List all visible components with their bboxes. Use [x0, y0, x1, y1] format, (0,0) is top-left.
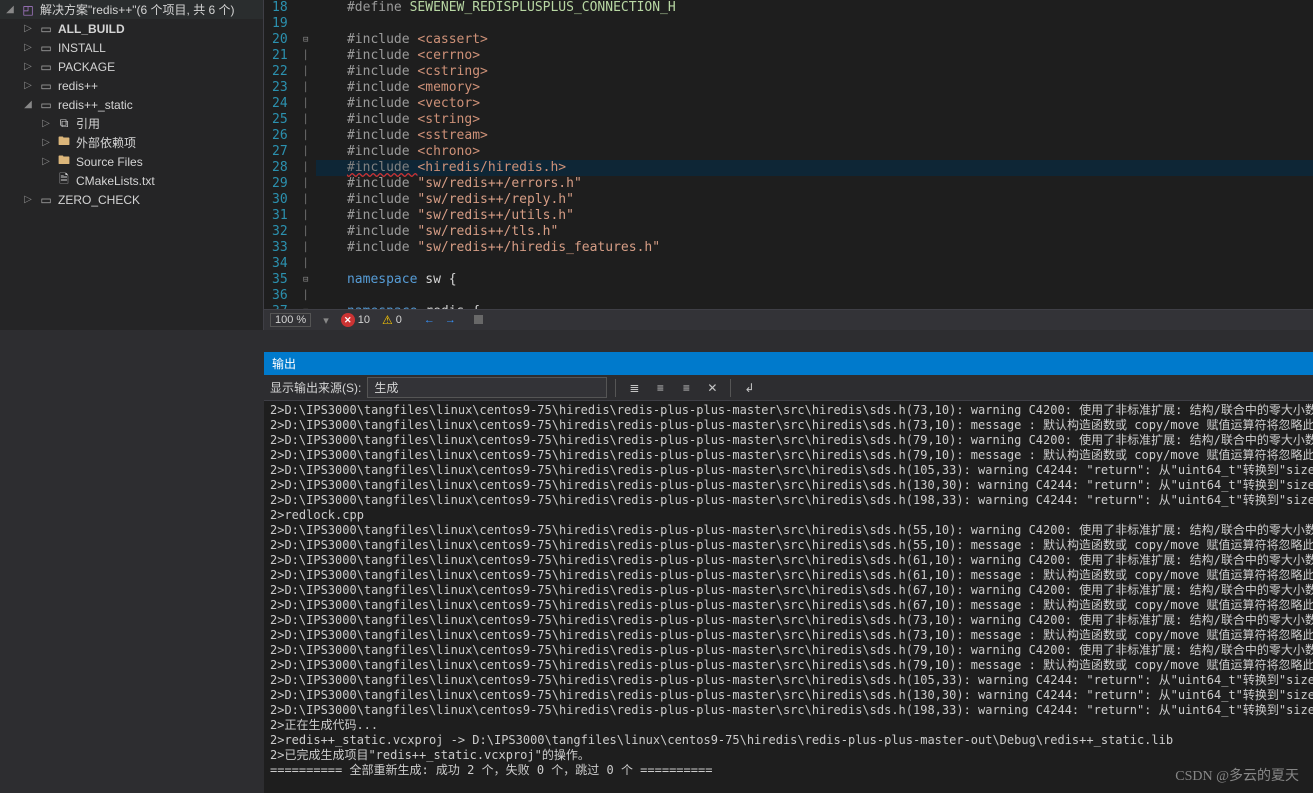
- expand-icon[interactable]: ▷: [22, 61, 34, 72]
- goto-message-icon[interactable]: ≣: [624, 378, 644, 398]
- expand-icon[interactable]: ▷: [22, 194, 34, 205]
- fold-gutter[interactable]: ⊟││││││││││││││⊟│⊟│: [300, 0, 312, 309]
- error-count[interactable]: ✕10: [341, 313, 370, 327]
- clear-all-icon[interactable]: ✕: [702, 378, 722, 398]
- horizontal-scrollbar[interactable]: [474, 315, 1307, 325]
- tree-item-label: ZERO_CHECK: [58, 193, 140, 207]
- output-panel: 输出 显示输出来源(S): 生成 ≣ ≡ ≡ ✕ ↲ 2>D:\IPS3000\…: [264, 352, 1313, 793]
- expand-icon[interactable]: ▷: [22, 42, 34, 53]
- solution-icon: ◰: [20, 2, 36, 18]
- output-source-label: 显示输出来源(S):: [270, 379, 361, 396]
- expand-icon[interactable]: ◢: [22, 99, 34, 110]
- output-source-combo[interactable]: 生成: [367, 377, 607, 398]
- tree-item--[interactable]: ▷ 🖿外部依赖项: [0, 133, 263, 152]
- proj-icon: ▭: [38, 21, 54, 37]
- tree-item-source-files[interactable]: ▷ 🖿 Source Files: [0, 152, 263, 171]
- tree-item-label: redis++: [58, 79, 98, 93]
- next-message-icon[interactable]: ≡: [676, 378, 696, 398]
- code-editor[interactable]: 1819202122232425262728293031323334353637…: [264, 0, 1313, 330]
- warning-count[interactable]: ⚠0: [382, 313, 402, 327]
- tree-item-redis-[interactable]: ▷ ▭ redis++: [0, 76, 263, 95]
- output-panel-title[interactable]: 输出: [264, 352, 1313, 375]
- tree-item-cmakelists-txt[interactable]: 🗎 CMakeLists.txt: [0, 171, 263, 190]
- code-content[interactable]: #define SEWENEW_REDISPLUSPLUS_CONNECTION…: [312, 0, 1313, 309]
- expand-icon[interactable]: ▷: [22, 23, 34, 34]
- proj-icon: ▭: [38, 40, 54, 56]
- expand-icon[interactable]: ◢: [4, 4, 16, 15]
- proj-icon: ▭: [38, 59, 54, 75]
- expand-icon[interactable]: ▷: [40, 137, 52, 148]
- solution-root[interactable]: ◢ ◰ 解决方案"redis++"(6 个项目, 共 6 个): [0, 0, 263, 19]
- proj-icon: ▭: [38, 192, 54, 208]
- expand-icon[interactable]: ▷: [40, 118, 52, 129]
- ref-icon: ⧉: [56, 116, 72, 132]
- folder-icon: 🖿: [56, 154, 72, 170]
- folder-icon: 🖿: [56, 135, 72, 151]
- tree-item-label: Source Files: [76, 155, 143, 169]
- editor-status-bar: 100 % ▾ ✕10 ⚠0 ← →: [264, 309, 1313, 330]
- file-icon: 🗎: [56, 173, 72, 189]
- proj-icon: ▭: [38, 97, 54, 113]
- tree-item-label: ALL_BUILD: [58, 22, 125, 36]
- tree-item-zero-check[interactable]: ▷ ▭ ZERO_CHECK: [0, 190, 263, 209]
- tree-item-install[interactable]: ▷ ▭ INSTALL: [0, 38, 263, 57]
- tree-item-package[interactable]: ▷ ▭ PACKAGE: [0, 57, 263, 76]
- nav-forward-icon[interactable]: →: [445, 314, 456, 326]
- line-number-gutter: 1819202122232425262728293031323334353637…: [264, 0, 300, 309]
- prev-message-icon[interactable]: ≡: [650, 378, 670, 398]
- tree-item-label: PACKAGE: [58, 60, 115, 74]
- tree-item-label: INSTALL: [58, 41, 106, 55]
- tree-item-label: 引用: [76, 115, 100, 132]
- output-content[interactable]: 2>D:\IPS3000\tangfiles\linux\centos9-75\…: [264, 401, 1313, 793]
- output-toolbar: 显示输出来源(S): 生成 ≣ ≡ ≡ ✕ ↲: [264, 375, 1313, 401]
- tree-item--[interactable]: ▷ ⧉引用: [0, 114, 263, 133]
- tree-item-label: redis++_static: [58, 98, 133, 112]
- solution-title: 解决方案"redis++"(6 个项目, 共 6 个): [40, 1, 235, 18]
- tree-item-redis-static[interactable]: ◢ ▭ redis++_static: [0, 95, 263, 114]
- tree-item-all-build[interactable]: ▷ ▭ ALL_BUILD: [0, 19, 263, 38]
- tree-item-label: 外部依赖项: [76, 134, 136, 151]
- tree-item-label: CMakeLists.txt: [76, 174, 155, 188]
- word-wrap-icon[interactable]: ↲: [739, 378, 759, 398]
- nav-back-icon[interactable]: ←: [424, 314, 435, 326]
- solution-explorer[interactable]: ◢ ◰ 解决方案"redis++"(6 个项目, 共 6 个) ▷ ▭ ALL_BU…: [0, 0, 264, 330]
- error-icon: ✕: [341, 313, 355, 327]
- proj-icon: ▭: [38, 78, 54, 94]
- zoom-combo[interactable]: 100 %: [270, 313, 311, 327]
- expand-icon[interactable]: ▷: [22, 80, 34, 91]
- warning-icon: ⚠: [382, 313, 393, 327]
- expand-icon[interactable]: ▷: [40, 156, 52, 167]
